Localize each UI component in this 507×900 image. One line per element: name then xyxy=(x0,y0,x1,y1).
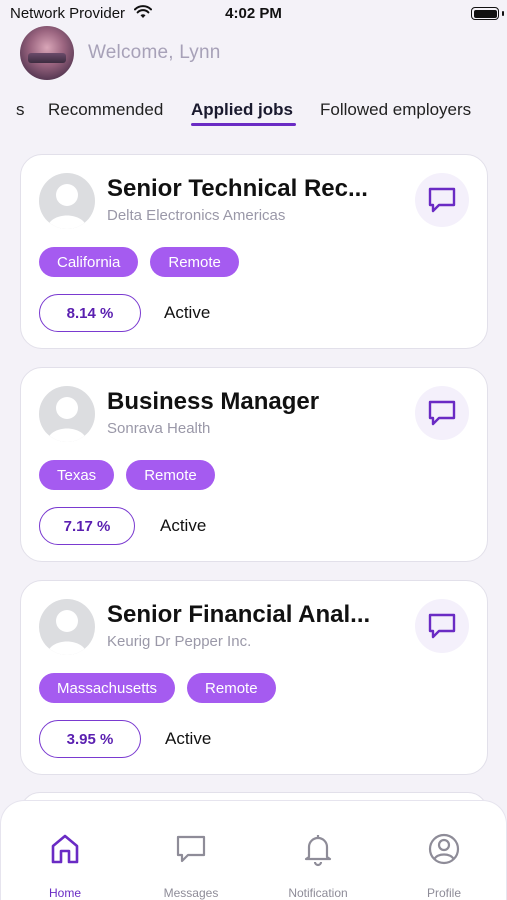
tab-applied-jobs[interactable]: Applied jobs xyxy=(191,100,293,120)
tab-followed-employers[interactable]: Followed employers xyxy=(320,100,471,120)
work-type-tag: Remote xyxy=(187,673,276,703)
tab-bar: s Recommended Applied jobs Followed empl… xyxy=(0,96,507,128)
job-tags: California Remote xyxy=(39,247,239,277)
job-card[interactable]: Senior Technical Rec... Delta Electronic… xyxy=(20,154,488,349)
nav-profile-label: Profile xyxy=(426,886,461,900)
nav-messages-label: Messages xyxy=(163,886,219,900)
message-icon xyxy=(176,835,206,863)
tab-recommended[interactable]: Recommended xyxy=(48,100,163,120)
bell-icon xyxy=(304,835,332,867)
job-tags: Texas Remote xyxy=(39,460,215,490)
job-title: Senior Technical Rec... xyxy=(107,175,368,202)
active-tab-indicator xyxy=(191,123,296,126)
job-title: Business Manager xyxy=(107,388,320,415)
nav-notification[interactable]: Notification xyxy=(268,801,368,900)
nav-home[interactable]: Home xyxy=(15,801,115,900)
clock: 4:02 PM xyxy=(225,5,282,22)
job-card[interactable]: Business Manager Sonrava Health Texas Re… xyxy=(20,367,488,562)
match-score-badge: 8.14 % xyxy=(39,294,141,332)
match-score-badge: 3.95 % xyxy=(39,720,141,758)
job-card[interactable]: Senior Financial Anal... Keurig Dr Peppe… xyxy=(20,580,488,775)
location-tag: Massachusetts xyxy=(39,673,176,703)
company-name: Keurig Dr Pepper Inc. xyxy=(107,633,252,650)
message-employer-button[interactable] xyxy=(415,599,469,653)
home-icon xyxy=(51,834,79,864)
chat-icon xyxy=(428,613,456,639)
match-score-badge: 7.17 % xyxy=(39,507,135,545)
job-tags: Massachusetts Remote xyxy=(39,673,276,703)
status-bar: Network Provider 4:02 PM xyxy=(0,0,507,28)
battery-icon xyxy=(471,7,499,20)
nav-home-label: Home xyxy=(48,886,81,900)
welcome-text: Welcome, Lynn xyxy=(88,42,221,63)
application-status: Active xyxy=(164,303,211,322)
header: Welcome, Lynn xyxy=(20,26,221,80)
company-logo xyxy=(39,599,95,655)
nav-messages[interactable]: Messages xyxy=(141,801,241,900)
message-employer-button[interactable] xyxy=(415,173,469,227)
battery-cap xyxy=(502,11,504,16)
company-name: Sonrava Health xyxy=(107,420,211,437)
application-status: Active xyxy=(160,516,207,535)
job-title: Senior Financial Anal... xyxy=(107,601,371,628)
work-type-tag: Remote xyxy=(150,247,239,277)
work-type-tag: Remote xyxy=(126,460,215,490)
nav-notification-label: Notification xyxy=(288,886,348,900)
chat-icon xyxy=(428,187,456,213)
application-status: Active xyxy=(165,729,212,748)
profile-icon xyxy=(428,833,460,865)
company-logo xyxy=(39,386,95,442)
avatar[interactable] xyxy=(20,26,74,80)
message-employer-button[interactable] xyxy=(415,386,469,440)
company-name: Delta Electronics Americas xyxy=(107,207,286,224)
location-tag: Texas xyxy=(39,460,115,490)
tab-partial[interactable]: s xyxy=(16,100,25,120)
location-tag: California xyxy=(39,247,139,277)
bottom-nav: Home Messages Notification Profile xyxy=(0,800,507,900)
nav-profile[interactable]: Profile xyxy=(394,801,494,900)
company-logo xyxy=(39,173,95,229)
chat-icon xyxy=(428,400,456,426)
